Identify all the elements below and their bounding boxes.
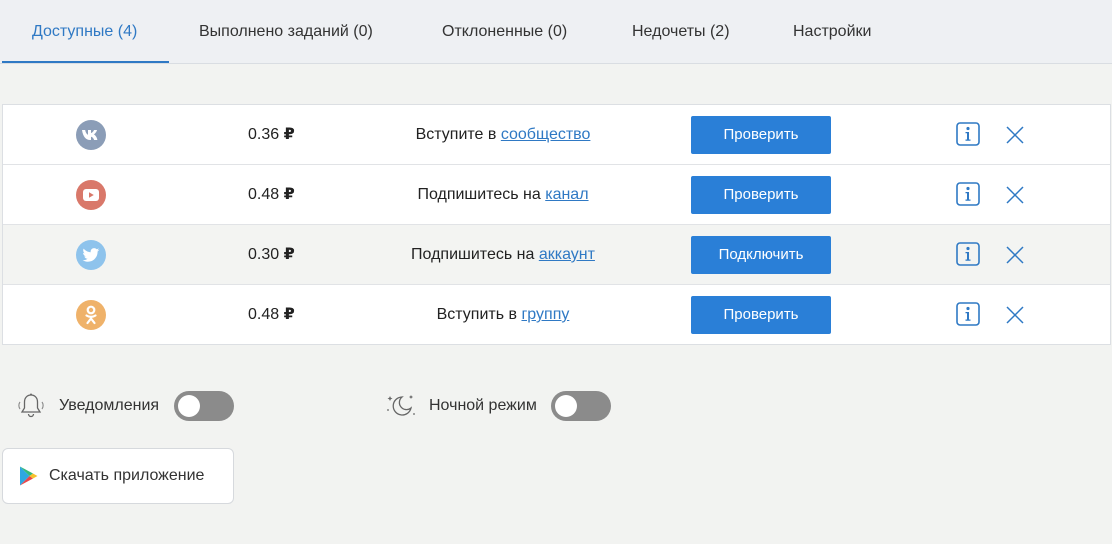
- check-button[interactable]: Проверить: [691, 176, 831, 214]
- task-price: 0.30 ₽: [248, 246, 295, 263]
- notifications-toggle[interactable]: [174, 391, 235, 421]
- check-button[interactable]: Проверить: [691, 296, 831, 334]
- info-icon[interactable]: [956, 122, 980, 146]
- task-link[interactable]: группу: [521, 306, 569, 323]
- tab-rejected[interactable]: Отклоненные (0): [442, 0, 567, 64]
- tab-settings[interactable]: Настройки: [793, 0, 871, 64]
- moon-stars-icon: [387, 395, 415, 416]
- active-tab-indicator: [2, 61, 169, 63]
- info-icon[interactable]: [956, 182, 980, 206]
- night-mode-toggle[interactable]: [550, 391, 611, 421]
- task-link[interactable]: канал: [545, 186, 588, 203]
- tab-available[interactable]: Доступные (4): [32, 0, 137, 64]
- task-price: 0.48 ₽: [248, 186, 295, 203]
- info-icon[interactable]: [956, 242, 980, 266]
- task-description: Подпишитесь на канал: [417, 186, 589, 203]
- odnoklassniki-icon: [76, 300, 106, 330]
- connect-button[interactable]: Подключить: [691, 236, 831, 274]
- close-icon[interactable]: [1006, 246, 1024, 264]
- task-row: 0.36 ₽ Вступите в сообщество Проверить: [3, 105, 1110, 165]
- notifications-label: Уведомления: [59, 397, 160, 414]
- download-app-label: Скачать приложение: [49, 467, 205, 484]
- google-play-icon: [20, 466, 38, 486]
- check-button[interactable]: Проверить: [691, 116, 831, 154]
- tab-bar: Доступные (4) Выполнено заданий (0) Откл…: [0, 0, 1112, 64]
- task-link[interactable]: сообщество: [501, 126, 591, 143]
- info-icon[interactable]: [956, 302, 980, 326]
- close-icon[interactable]: [1006, 186, 1024, 204]
- tab-shortcomings[interactable]: Недочеты (2): [632, 0, 730, 64]
- task-link[interactable]: аккаунт: [539, 246, 595, 263]
- close-icon[interactable]: [1006, 126, 1024, 144]
- tab-completed[interactable]: Выполнено заданий (0): [199, 0, 373, 64]
- task-row: 0.30 ₽ Подпишитесь на аккаунт Подключить: [3, 225, 1110, 285]
- night-mode-label: Ночной режим: [429, 397, 537, 414]
- download-app-button[interactable]: Скачать приложение: [2, 448, 234, 504]
- twitter-icon: [76, 240, 106, 270]
- notifications-setting: Уведомления: [16, 386, 235, 426]
- task-price: 0.36 ₽: [248, 126, 295, 143]
- vk-icon: [76, 120, 106, 150]
- task-row: 0.48 ₽ Вступить в группу Проверить: [3, 285, 1110, 345]
- task-price: 0.48 ₽: [248, 306, 295, 323]
- task-description: Подпишитесь на аккаунт: [411, 246, 595, 263]
- task-description: Вступить в группу: [436, 306, 570, 323]
- task-row: 0.48 ₽ Подпишитесь на канал Проверить: [3, 165, 1110, 225]
- task-description: Вступите в сообщество: [415, 126, 591, 143]
- bell-icon: [18, 393, 44, 418]
- close-icon[interactable]: [1006, 306, 1024, 324]
- task-table: 0.36 ₽ Вступите в сообщество Проверить 0…: [2, 104, 1111, 345]
- night-mode-setting: Ночной режим: [385, 386, 611, 426]
- youtube-icon: [76, 180, 106, 210]
